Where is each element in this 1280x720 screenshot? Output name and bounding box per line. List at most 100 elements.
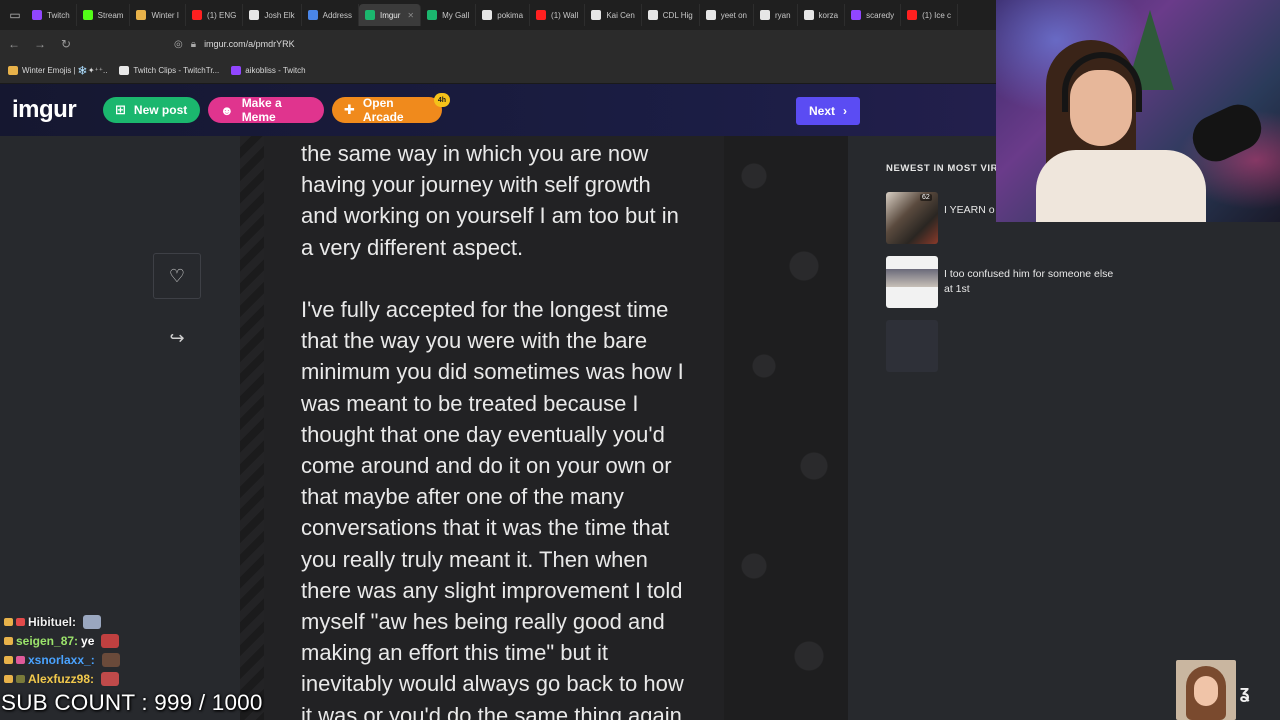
close-tab-icon[interactable]: ✕ (407, 11, 414, 20)
chat-badge-icon (4, 617, 13, 626)
chat-wallpaper-left (240, 136, 264, 720)
folder-icon (8, 66, 18, 75)
back-icon[interactable]: ← (2, 32, 26, 56)
tab-label: ryan (774, 10, 791, 20)
tab-favicon-icon (32, 10, 42, 20)
post-thumbnail[interactable] (886, 256, 938, 308)
tab-favicon-icon (536, 10, 547, 20)
sidebar-title: NEWEST IN MOST VIRAL (886, 163, 1012, 174)
image-count-badge: 62 (920, 194, 932, 201)
chat-wallpaper-right (724, 136, 848, 720)
browser-tab[interactable]: ryan (754, 4, 798, 26)
next-button[interactable]: Next › (796, 97, 860, 125)
gamepad-icon: ✚ (344, 102, 355, 117)
twitchtracker-icon (119, 66, 130, 75)
site-info-icon[interactable]: ◎ (174, 39, 183, 50)
browser-tab[interactable]: Address (302, 4, 359, 26)
tab-label: Imgur (379, 10, 401, 20)
tab-favicon-icon (364, 10, 375, 20)
chat-emote (101, 671, 120, 686)
browser-tab[interactable]: My Gall (421, 4, 477, 26)
chat-message: Alexfuzz98: (4, 669, 204, 688)
tab-favicon-icon (427, 10, 438, 20)
browser-tab[interactable]: pokima (476, 4, 531, 26)
message-bubble: the same way in which you are now having… (264, 136, 724, 720)
tab-favicon-icon (803, 10, 814, 20)
tab-label: My Gall (442, 10, 470, 20)
tab-favicon-icon (82, 10, 93, 20)
sidebar-post-2[interactable]: I too confused him for someone else at 1… (886, 256, 1126, 308)
tab-label: Twitch (47, 10, 70, 20)
tab-search-icon[interactable]: ▭ (4, 4, 26, 26)
chat-badge-icon (4, 674, 13, 683)
post-thumbnail[interactable] (886, 320, 938, 372)
tab-label: korza (818, 10, 839, 20)
bookmark-aikobliss[interactable]: aikobliss - Twitch (231, 66, 306, 75)
tab-label: Address (322, 10, 352, 20)
tab-favicon-icon (705, 10, 716, 20)
tab-favicon-icon (591, 10, 602, 20)
chat-badge-icon (4, 655, 13, 664)
tab-label: CDL Hig (662, 10, 693, 20)
arcade-time-badge: 4h (434, 93, 450, 107)
post-image: the same way in which you are now having… (240, 136, 848, 720)
streamer-webcam (996, 0, 1280, 222)
forward-icon[interactable]: → (28, 32, 52, 56)
imgur-logo[interactable]: imgur (12, 96, 77, 124)
plus-icon: ⊞ (115, 102, 126, 117)
chat-badge-icon (16, 674, 25, 683)
chat-message: seigen_87: ye (4, 631, 204, 650)
browser-tab[interactable]: Stream (77, 4, 131, 26)
bookmark-winter-emojis[interactable]: Winter Emojis | ❄️✦⁺⁺.. (8, 66, 107, 75)
chat-emote (83, 614, 101, 629)
browser-tab[interactable]: Twitch (26, 4, 77, 26)
favorite-button[interactable]: ♡ (153, 253, 201, 299)
heart-icon: ♡ (168, 265, 186, 286)
reload-icon[interactable]: ↻ (54, 32, 78, 56)
browser-tab[interactable]: korza (798, 4, 846, 26)
browser-tab[interactable]: (1) ENG (186, 4, 244, 26)
tab-label: Kai Cen (606, 10, 635, 20)
new-post-button[interactable]: ⊞ New post (103, 97, 200, 123)
tab-favicon-icon (907, 10, 918, 20)
tab-label: Josh Elk (264, 10, 295, 20)
tab-favicon-icon (249, 10, 260, 20)
twitch-icon (231, 66, 242, 75)
browser-tab[interactable]: Kai Cen (585, 4, 642, 26)
guest-webcam (1176, 660, 1236, 720)
tab-favicon-icon (192, 10, 203, 20)
streamer (1036, 40, 1206, 222)
tab-label: scaredy (866, 10, 895, 20)
chat-message: Hibituel: (4, 612, 204, 631)
url-field[interactable]: ◎ 🔒︎ imgur.com/a/pmdrYRK (168, 33, 1048, 55)
tab-favicon-icon (759, 10, 770, 20)
make-meme-button[interactable]: ☻ Make a Meme (208, 96, 324, 124)
browser-tab[interactable]: Imgur ✕ (358, 4, 422, 26)
chat-emote (101, 652, 120, 667)
browser-tab[interactable]: yeet on (700, 4, 754, 26)
tab-label: Stream (97, 10, 124, 20)
tab-favicon-icon (482, 10, 493, 20)
browser-tab[interactable]: Winter I (130, 4, 187, 26)
url-text: imgur.com/a/pmdrYRK (204, 39, 295, 49)
browser-tab[interactable]: Josh Elk (243, 4, 302, 26)
browser-tab[interactable]: (1) Wall (530, 4, 586, 26)
tab-favicon-icon (851, 10, 862, 20)
share-arrow-icon: ↪ (169, 327, 185, 348)
browser-tab[interactable]: CDL Hig (642, 4, 700, 26)
open-arcade-button[interactable]: ✚ Open Arcade (332, 96, 442, 124)
tab-favicon-icon (307, 10, 318, 20)
tab-label: (1) ENG (207, 10, 237, 20)
sidebar-post-3[interactable] (886, 320, 1126, 372)
share-button[interactable]: ↪ (163, 326, 191, 350)
post-title[interactable]: I too confused him for someone else at 1… (944, 267, 1124, 296)
post-message-text: the same way in which you are now having… (301, 141, 684, 720)
browser-tab[interactable]: (1) Ice c (901, 4, 959, 26)
tab-label: (1) Ice c (922, 10, 952, 20)
chat-badge-icon (4, 636, 13, 645)
tab-label: Winter I (151, 10, 180, 20)
browser-tab[interactable]: scaredy (845, 4, 902, 26)
meme-face-icon: ☻ (220, 102, 234, 118)
chat-emote (101, 633, 120, 648)
bookmark-twitch-clips[interactable]: Twitch Clips - TwitchTr... (119, 66, 219, 75)
